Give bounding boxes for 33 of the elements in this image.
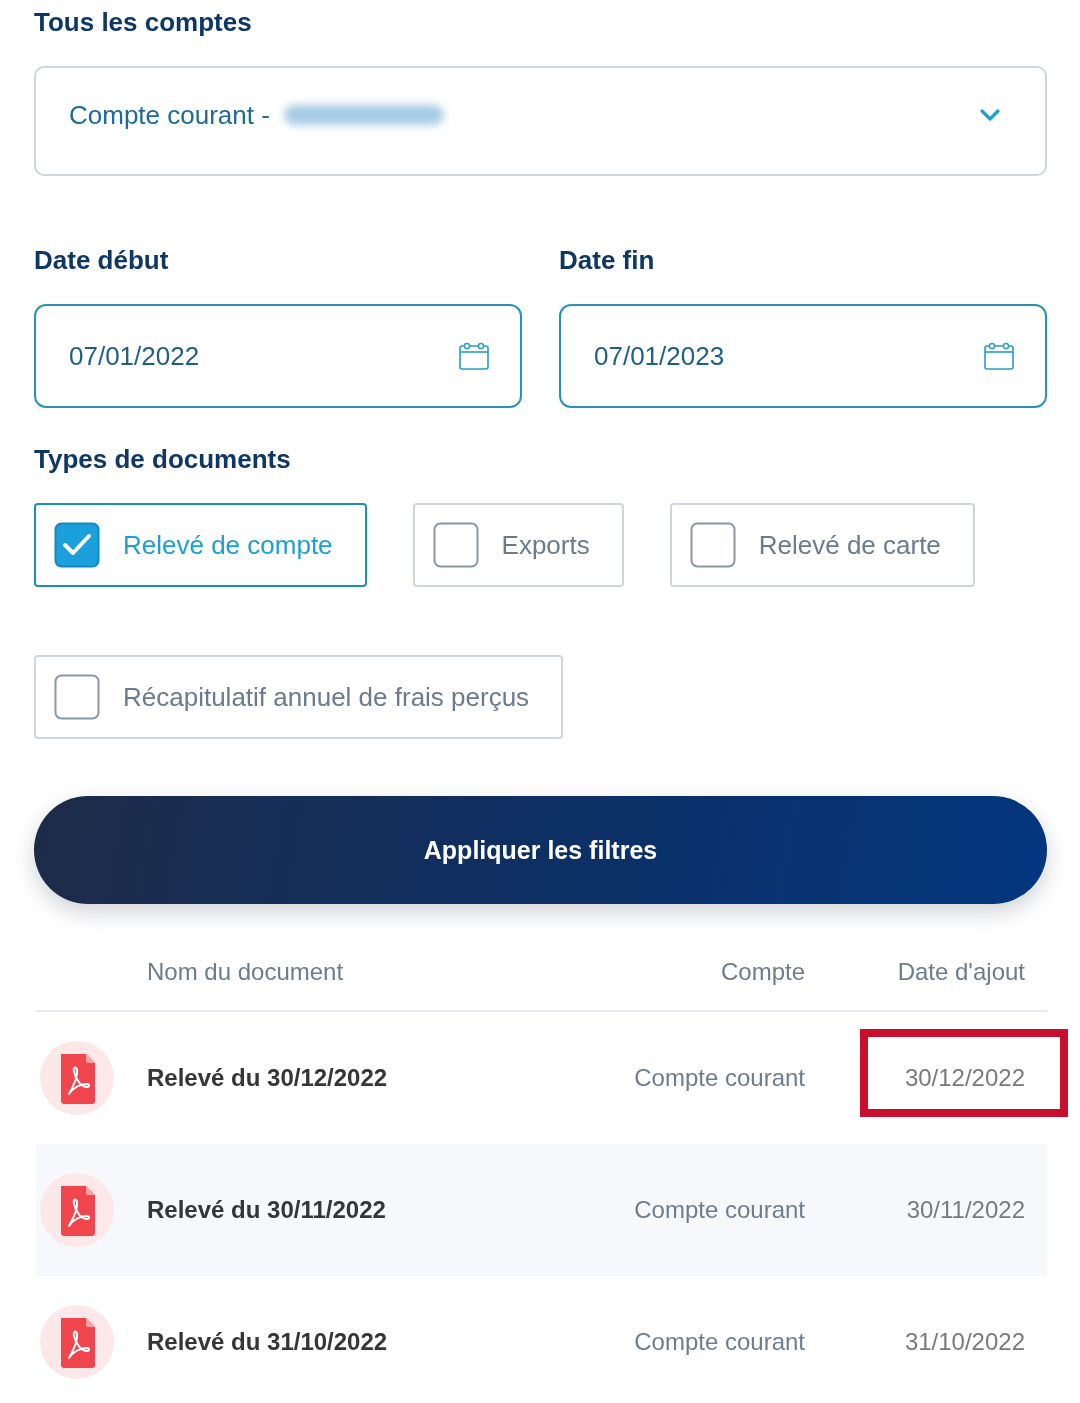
apply-filters-button[interactable]: Appliquer les filtres: [34, 796, 1047, 904]
checkbox[interactable]: [432, 522, 479, 568]
table-cell: Compte courant: [634, 1064, 805, 1092]
chevron-down-icon: [979, 108, 1001, 122]
field-label: Date fin: [559, 245, 656, 275]
calendar-icon[interactable]: [984, 342, 1014, 370]
table-cell: 30/12/2022: [904, 1064, 1025, 1092]
document-name[interactable]: Relevé du 30/12/2022: [147, 1064, 388, 1092]
account-select[interactable]: Compte courant -: [34, 66, 1047, 176]
file-icon: [40, 1173, 114, 1247]
section-title: Types de documents: [34, 444, 292, 474]
document-type-toggle[interactable]: Exports: [412, 503, 624, 587]
table-cell: Compte courant: [634, 1196, 805, 1224]
document-type-toggle[interactable]: Relevé de carte: [669, 503, 975, 587]
table-cell: 30/11/2022: [906, 1196, 1025, 1224]
table-cell: Compte courant: [634, 1328, 805, 1356]
document-type-toggle[interactable]: Récapitulatif annuel de frais perçus: [34, 655, 564, 739]
file-icon: [40, 1041, 114, 1115]
date-field[interactable]: 07/01/2022: [34, 304, 522, 408]
document-name[interactable]: Relevé du 30/11/2022: [147, 1196, 386, 1224]
calendar-icon[interactable]: [459, 342, 489, 370]
file-icon: [40, 1305, 114, 1379]
checkbox[interactable]: [54, 674, 100, 720]
column-header: Date d'ajout: [897, 959, 1025, 985]
table-cell: 31/10/2022: [904, 1328, 1025, 1356]
document-name[interactable]: Relevé du 31/10/2022: [147, 1328, 388, 1356]
section-title: Tous les comptes: [34, 7, 253, 37]
column-header: Nom du document: [147, 959, 344, 985]
column-header: Compte: [720, 959, 805, 985]
checkbox[interactable]: [689, 522, 736, 568]
date-field[interactable]: 07/01/2023: [559, 304, 1047, 408]
checkbox[interactable]: [54, 522, 100, 568]
field-label: Date début: [34, 245, 170, 275]
